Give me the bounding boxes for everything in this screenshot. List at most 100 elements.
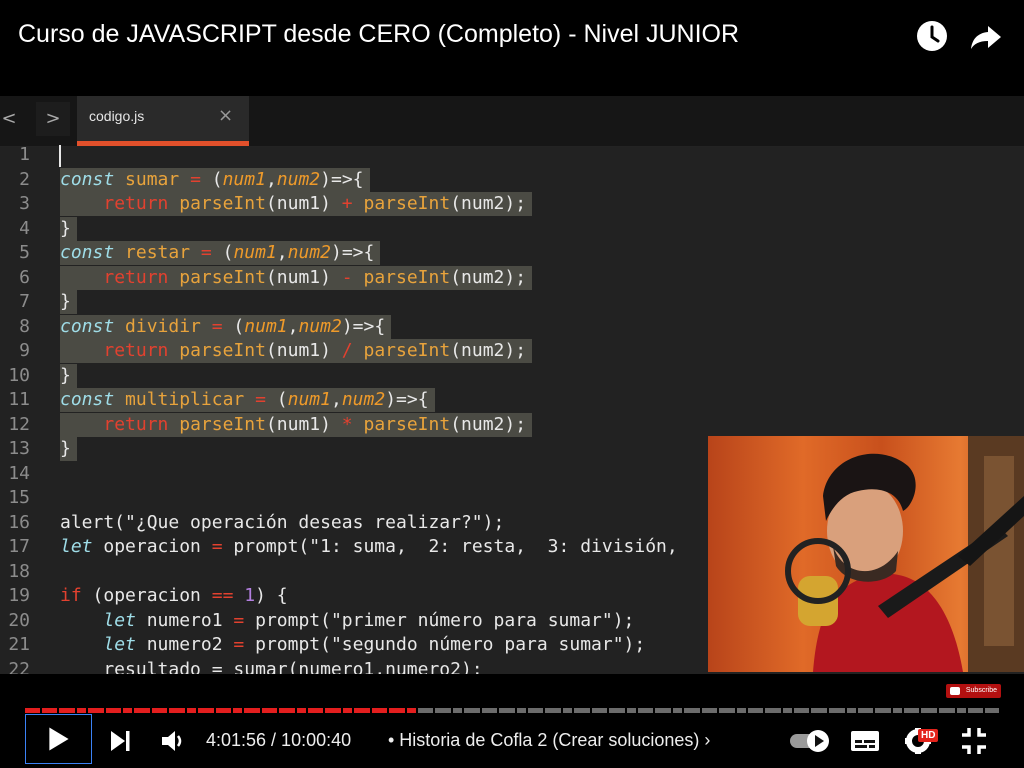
line-number: 19 <box>8 585 30 606</box>
chapter-marker <box>323 708 325 713</box>
code-line: 11 const multiplicar = (num1,num2)=>{ <box>0 388 1024 413</box>
chapter-marker <box>735 708 737 713</box>
code-text: const restar = (num1,num2)=>{ <box>60 241 381 265</box>
share-arrow-icon[interactable] <box>968 18 1004 54</box>
tab-nav-forward-button: > <box>36 102 70 136</box>
chapter-marker <box>809 708 811 713</box>
chapter-marker <box>370 708 372 713</box>
progress-played <box>25 708 418 713</box>
chapter-marker <box>590 708 592 713</box>
chapter-marker <box>827 708 829 713</box>
video-title[interactable]: Curso de JAVASCRIPT desde CERO (Completo… <box>18 20 739 49</box>
play-icon <box>49 727 69 751</box>
editor-tab-bar: < > codigo.js × <box>0 96 1024 146</box>
chapter-title-button[interactable]: • Historia de Cofla 2 (Crear soluciones)… <box>388 730 710 751</box>
chapter-marker <box>57 708 59 713</box>
line-number: 9 <box>19 340 30 361</box>
chapter-marker <box>636 708 638 713</box>
chapter-marker <box>416 708 418 713</box>
code-text: const sumar = (num1,num2)=>{ <box>60 167 370 192</box>
line-number: 20 <box>8 609 30 631</box>
line-number: 8 <box>19 315 30 337</box>
chapter-marker <box>214 708 216 713</box>
chapter-marker <box>607 708 609 713</box>
line-number: 1 <box>19 144 30 165</box>
code-text: let numero1 = prompt("primer número para… <box>103 609 635 631</box>
chapter-marker <box>462 708 464 713</box>
chapter-marker <box>781 708 783 713</box>
webcam-overlay <box>708 436 1024 672</box>
hd-badge: HD <box>918 729 939 742</box>
code-text: } <box>60 437 77 461</box>
chapter-marker <box>167 708 169 713</box>
line-number: 13 <box>8 438 30 459</box>
code-line: 2 const sumar = (num1,num2)=>{ <box>0 167 1024 193</box>
video-title-bar: Curso de JAVASCRIPT desde CERO (Completo… <box>0 0 1024 96</box>
chapter-marker <box>937 708 939 713</box>
code-line: 8 const dividir = (num1,num2)=>{ <box>0 314 1024 340</box>
chapter-marker <box>306 708 308 713</box>
line-number: 17 <box>8 536 30 557</box>
subscribe-label: Subscribe <box>965 687 997 694</box>
chapter-marker <box>919 708 921 713</box>
chapter-marker <box>873 708 875 713</box>
next-icon[interactable] <box>100 717 140 765</box>
exit-fullscreen-icon[interactable] <box>954 717 994 765</box>
code-text: let numero2 = prompt("segundo número par… <box>103 634 646 655</box>
line-number: 4 <box>19 217 30 239</box>
progress-bar[interactable] <box>25 708 999 713</box>
code-line: 5 const restar = (num1,num2)=>{ <box>0 241 1024 266</box>
code-text: return parseInt(num1) * parseInt(num2); <box>60 412 533 437</box>
youtube-logo-icon <box>950 687 960 695</box>
line-number: 18 <box>8 560 30 582</box>
captions-icon[interactable] <box>845 717 885 765</box>
text-cursor <box>59 145 61 167</box>
chapter-marker <box>561 708 563 713</box>
line-number: 3 <box>19 193 30 214</box>
chapter-marker <box>625 708 627 713</box>
line-number: 7 <box>19 291 30 312</box>
code-line: 10} <box>0 363 1024 389</box>
chapter-marker <box>295 708 297 713</box>
tab-nav-back-button: < <box>1 108 17 129</box>
chapter-marker <box>717 708 719 713</box>
line-number: 6 <box>19 266 30 288</box>
chapter-marker <box>515 708 517 713</box>
chapter-marker <box>104 708 106 713</box>
code-text: const multiplicar = (num1,num2)=>{ <box>60 388 435 412</box>
chapter-marker <box>480 708 482 713</box>
chapter-marker <box>955 708 957 713</box>
subscribe-watermark[interactable]: Subscribe <box>946 684 1001 698</box>
autoplay-toggle-icon[interactable] <box>786 717 834 765</box>
chapter-marker <box>763 708 765 713</box>
code-text: } <box>60 290 77 314</box>
chapter-marker <box>341 708 343 713</box>
chapter-marker <box>121 708 123 713</box>
line-number: 11 <box>8 389 30 410</box>
chapter-marker <box>185 708 187 713</box>
code-text: let operacion = prompt("1: suma, 2: rest… <box>60 536 678 557</box>
code-line: 1 <box>0 143 1024 168</box>
chapter-marker <box>543 708 545 713</box>
code-line: 7} <box>0 290 1024 315</box>
line-number: 14 <box>8 462 30 484</box>
code-text: return parseInt(num1) / parseInt(num2); <box>60 339 533 363</box>
video-frame[interactable]: < > codigo.js × 1 2 const sumar = (num1,nu… <box>0 96 1024 674</box>
chapter-marker <box>352 708 354 713</box>
time-display: 4:01:56 / 10:00:40 <box>206 730 352 750</box>
clock-icon[interactable] <box>914 18 950 54</box>
code-text: } <box>60 216 77 241</box>
code-text: const dividir = (num1,num2)=>{ <box>60 314 392 339</box>
chapter-marker <box>196 708 198 713</box>
editor-tab-codigo-js: codigo.js × <box>77 96 249 146</box>
code-line: 4} <box>0 216 1024 242</box>
chapter-marker <box>966 708 968 713</box>
code-line: 12 return parseInt(num1) * parseInt(num2… <box>0 412 1024 438</box>
code-text: } <box>60 363 77 388</box>
line-number: 15 <box>8 487 30 508</box>
chapter-marker <box>902 708 904 713</box>
volume-icon[interactable] <box>153 717 193 765</box>
chapter-marker <box>682 708 684 713</box>
chapter-marker <box>792 708 794 713</box>
play-button[interactable] <box>25 714 92 764</box>
